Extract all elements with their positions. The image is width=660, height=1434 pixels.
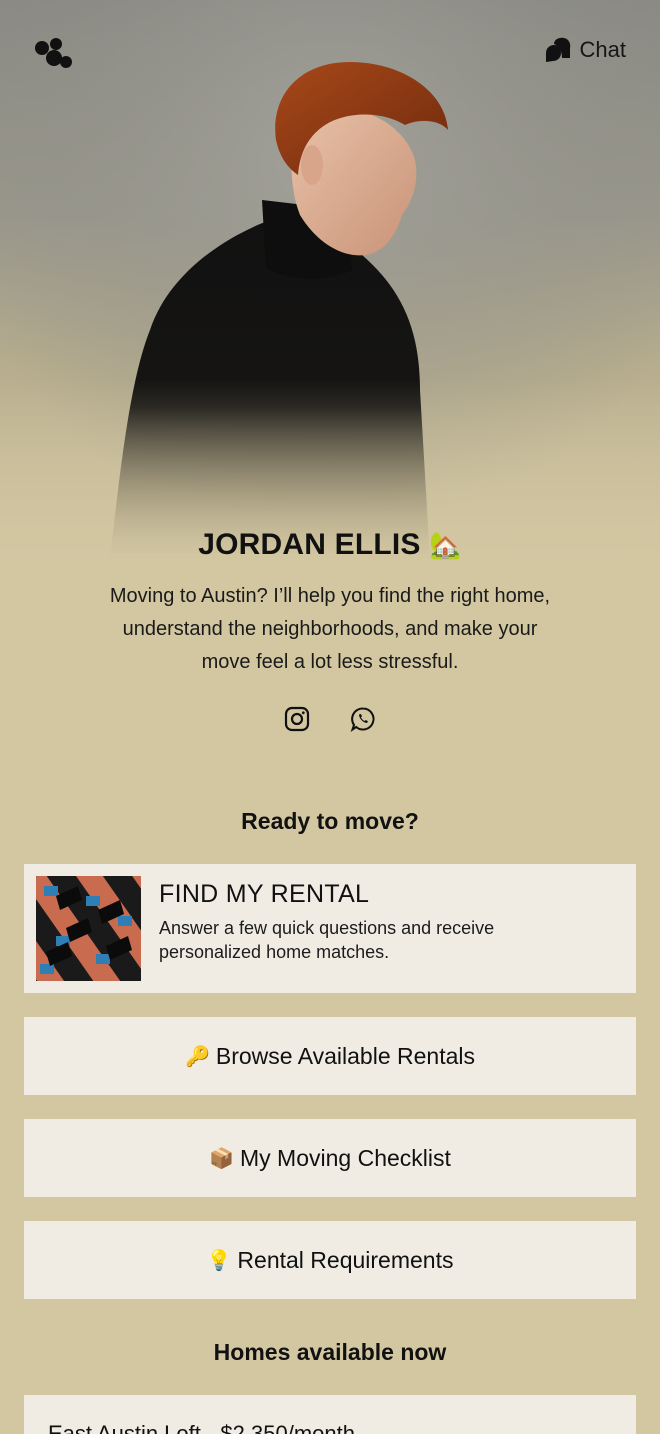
profile-photo (0, 0, 660, 620)
lightbulb-icon: 💡 (206, 1249, 232, 1272)
moving-checklist-button[interactable]: 📦 My Moving Checklist (24, 1119, 636, 1197)
listing-title: East Austin Loft - $2,350/month (48, 1421, 355, 1434)
listing-card[interactable]: East Austin Loft - $2,350/month (24, 1395, 636, 1434)
find-my-rental-card[interactable]: FIND MY RENTAL Answer a few quick questi… (24, 864, 636, 993)
profile-name-heading: JORDAN ELLIS 🏡 (0, 528, 660, 562)
key-icon: 🔑 (184, 1045, 210, 1068)
brand-logo-icon[interactable] (32, 36, 74, 70)
profile-name: JORDAN ELLIS (198, 528, 421, 561)
social-links (0, 706, 660, 732)
hero-background (0, 0, 660, 620)
browse-rentals-label: Browse Available Rentals (215, 1042, 475, 1069)
instagram-icon[interactable] (284, 706, 310, 732)
moving-checklist-label: My Moving Checklist (240, 1144, 451, 1171)
profile-bio: Moving to Austin? I’ll help you find the… (109, 585, 551, 673)
house-emoji: 🏡 (429, 530, 462, 560)
chat-label: Chat (579, 37, 626, 62)
homes-section-title: Homes available now (213, 1339, 447, 1365)
find-my-rental-title: FIND MY RENTAL (159, 880, 370, 908)
chat-button[interactable]: Chat (544, 36, 626, 64)
rental-requirements-button[interactable]: 💡 Rental Requirements (24, 1221, 636, 1299)
browse-rentals-button[interactable]: 🔑 Browse Available Rentals (24, 1017, 636, 1095)
chat-icon (545, 37, 570, 62)
rental-thumbnail (36, 876, 141, 981)
package-icon: 📦 (209, 1147, 234, 1170)
find-my-rental-description: Answer a few quick questions and receive… (159, 918, 495, 962)
ready-section-title: Ready to move? (241, 808, 419, 834)
rental-requirements-label: Rental Requirements (237, 1246, 454, 1273)
whatsapp-icon[interactable] (350, 706, 376, 732)
